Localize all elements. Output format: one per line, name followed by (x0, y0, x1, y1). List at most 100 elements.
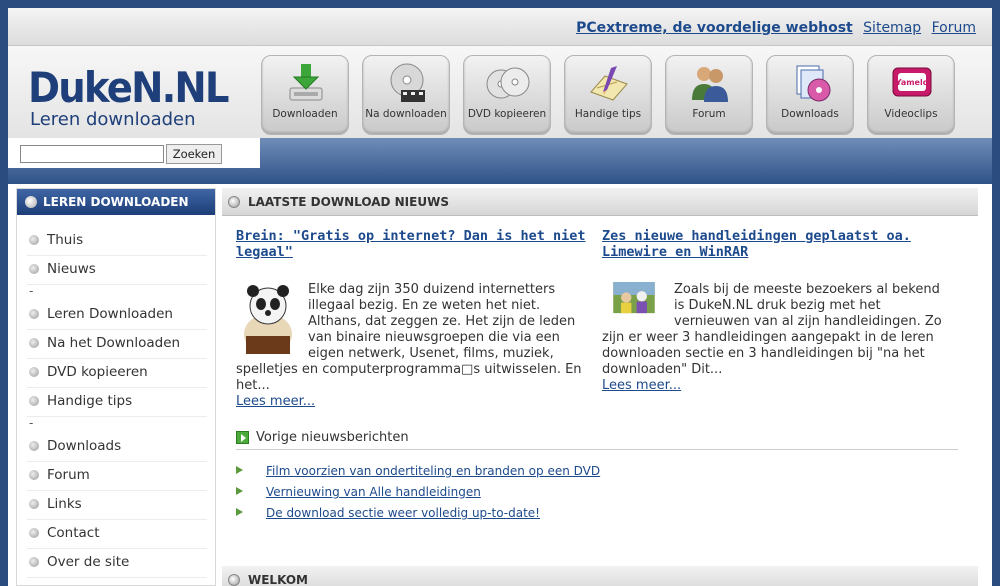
news-article: Brein: "Gratis op internet? Dan is het n… (236, 228, 588, 410)
sidebar-item-forum[interactable]: Forum (27, 462, 207, 491)
bullet-icon (29, 499, 39, 509)
sidebar-item-label: Downloads (47, 438, 122, 454)
article-title-link[interactable]: Zes nieuwe handleidingen geplaatst oa. L… (602, 228, 954, 260)
sidebar-item-over-de-site[interactable]: Over de site (27, 549, 207, 578)
sidebar-item-nieuws[interactable]: Nieuws (27, 256, 207, 285)
bullet-icon (29, 528, 39, 538)
news-link[interactable]: De download sectie weer volledig up-to-d… (266, 506, 540, 520)
read-more-link[interactable]: Lees meer... (602, 378, 954, 394)
sidebar-item-handige-tips[interactable]: Handige tips (27, 388, 207, 417)
top-links: PCextreme, de voordelige webhost Sitemap… (570, 20, 976, 36)
header: DukeN.NL Leren downloaden Downloaden Na … (8, 46, 992, 146)
sidebar-item-label: Contact (47, 525, 100, 541)
logo-title: DukeN.NL (28, 63, 230, 112)
sidebar-item-dvd-kopieeren[interactable]: DVD kopieeren (27, 359, 207, 388)
search-input[interactable] (20, 145, 164, 163)
film-disc-icon (390, 63, 425, 102)
sidebar-item-label: Na het Downloaden (47, 335, 181, 351)
sidebar-item-label: Links (47, 496, 82, 512)
page-frame: PCextreme, de voordelige webhost Sitemap… (8, 8, 992, 586)
sidebar-item-thuis[interactable]: Thuis (27, 227, 207, 256)
panda-thumbnail[interactable] (236, 282, 300, 356)
yamelo-tv-icon: Yamelo (892, 67, 932, 97)
read-more-link[interactable]: Lees meer... (236, 394, 588, 410)
news-link[interactable]: Film voorzien van ondertiteling en brand… (266, 464, 600, 478)
nav-label: Downloaden (272, 108, 338, 120)
play-arrow-icon (236, 431, 249, 444)
sidebar-item-contact[interactable]: Contact (27, 520, 207, 549)
sidebar-separator: - (29, 284, 34, 298)
nav-label: Downloads (781, 108, 839, 120)
two-discs-icon (486, 67, 530, 99)
arrow-bullet-icon (236, 487, 243, 495)
download-arrow-icon (289, 64, 323, 101)
sidebar-heading-text: LEREN DOWNLOADEN (43, 195, 189, 209)
list-item: Film voorzien van ondertiteling en brand… (236, 464, 958, 485)
bullet-icon (29, 557, 39, 567)
nav-downloaden-button[interactable]: Downloaden (261, 55, 349, 135)
sidebar-item-label: Nieuws (47, 261, 96, 277)
sidebar: LEREN DOWNLOADEN Thuis Nieuws - Leren Do… (16, 188, 216, 586)
welkom-heading-text: WELKOM (248, 573, 308, 586)
sidebar-item-downloads[interactable]: Downloads (27, 433, 207, 462)
bullet-icon (29, 441, 39, 451)
previous-news-heading: Vorige nieuwsberichten (236, 430, 958, 450)
site-logo[interactable]: DukeN.NL Leren downloaden (28, 66, 245, 130)
bullet-icon (29, 338, 39, 348)
welkom-heading: WELKOM (222, 566, 978, 586)
nav-handige-tips-button[interactable]: Handige tips (564, 55, 652, 135)
sidebar-item-na-het-downloaden[interactable]: Na het Downloaden (27, 330, 207, 359)
news-heading: LAATSTE DOWNLOAD NIEUWS (222, 188, 978, 216)
svg-text:Yamelo: Yamelo (895, 78, 929, 87)
sidebar-item-label: Handige tips (47, 393, 133, 409)
nav-label: Forum (692, 108, 726, 120)
top-bar: PCextreme, de voordelige webhost Sitemap… (8, 8, 992, 46)
nav-na-downloaden-button[interactable]: Na downloaden (362, 55, 450, 135)
bullet-icon (29, 396, 39, 406)
forum-link[interactable]: Forum (932, 20, 976, 36)
nav-label: Videoclips (884, 108, 938, 120)
arrow-bullet-icon (236, 466, 243, 474)
main-content: LAATSTE DOWNLOAD NIEUWS Brein: "Gratis o… (222, 188, 978, 586)
bullet-icon (228, 574, 240, 586)
sidebar-item-leren-downloaden[interactable]: Leren Downloaden (27, 301, 207, 330)
nav-forum-button[interactable]: Forum (665, 55, 753, 135)
logo-subtitle: Leren downloaden (30, 109, 196, 130)
sidebar-item-label: Over de site (47, 554, 130, 570)
nav-downloads-button[interactable]: Downloads (766, 55, 854, 135)
previous-news-label: Vorige nieuwsberichten (256, 430, 409, 445)
files-cd-icon (796, 65, 831, 102)
notebook-pencil-icon (590, 66, 628, 101)
search-button[interactable]: Zoeken (166, 144, 222, 164)
bullet-icon (29, 264, 39, 274)
toy-story-thumbnail[interactable] (602, 282, 666, 330)
bullet-icon (25, 196, 37, 208)
sidebar-menu: Thuis Nieuws - Leren Downloaden Na het D… (27, 227, 207, 578)
bullet-icon (228, 196, 240, 208)
nav-label: DVD kopieeren (467, 108, 547, 120)
search-bar: Zoeken (8, 138, 992, 184)
sidebar-item-label: Leren Downloaden (47, 306, 173, 322)
article-title-link[interactable]: Brein: "Gratis op internet? Dan is het n… (236, 228, 588, 260)
sidebar-item-label: DVD kopieeren (47, 364, 148, 380)
sidebar-item-label: Thuis (47, 232, 84, 248)
sitemap-link[interactable]: Sitemap (863, 20, 921, 36)
sidebar-separator: - (29, 416, 34, 430)
news-link[interactable]: Vernieuwing van Alle handleidingen (266, 485, 481, 499)
host-link[interactable]: PCextreme, de voordelige webhost (576, 20, 853, 36)
bullet-icon (29, 367, 39, 377)
sidebar-item-links[interactable]: Links (27, 491, 207, 520)
news-heading-text: LAATSTE DOWNLOAD NIEUWS (248, 195, 449, 209)
bullet-icon (29, 470, 39, 480)
bullet-icon (29, 235, 39, 245)
nav-videoclips-button[interactable]: Yamelo Videoclips (867, 55, 955, 135)
arrow-bullet-icon (236, 508, 243, 516)
nav-dvd-kopieeren-button[interactable]: DVD kopieeren (463, 55, 551, 135)
news-article: Zes nieuwe handleidingen geplaatst oa. L… (602, 228, 954, 394)
list-item: De download sectie weer volledig up-to-d… (236, 506, 958, 527)
sidebar-item-label: Forum (47, 467, 90, 483)
nav-label: Na downloaden (365, 108, 447, 120)
people-icon (692, 67, 728, 102)
bullet-icon (29, 309, 39, 319)
nav-label: Handige tips (574, 108, 642, 120)
